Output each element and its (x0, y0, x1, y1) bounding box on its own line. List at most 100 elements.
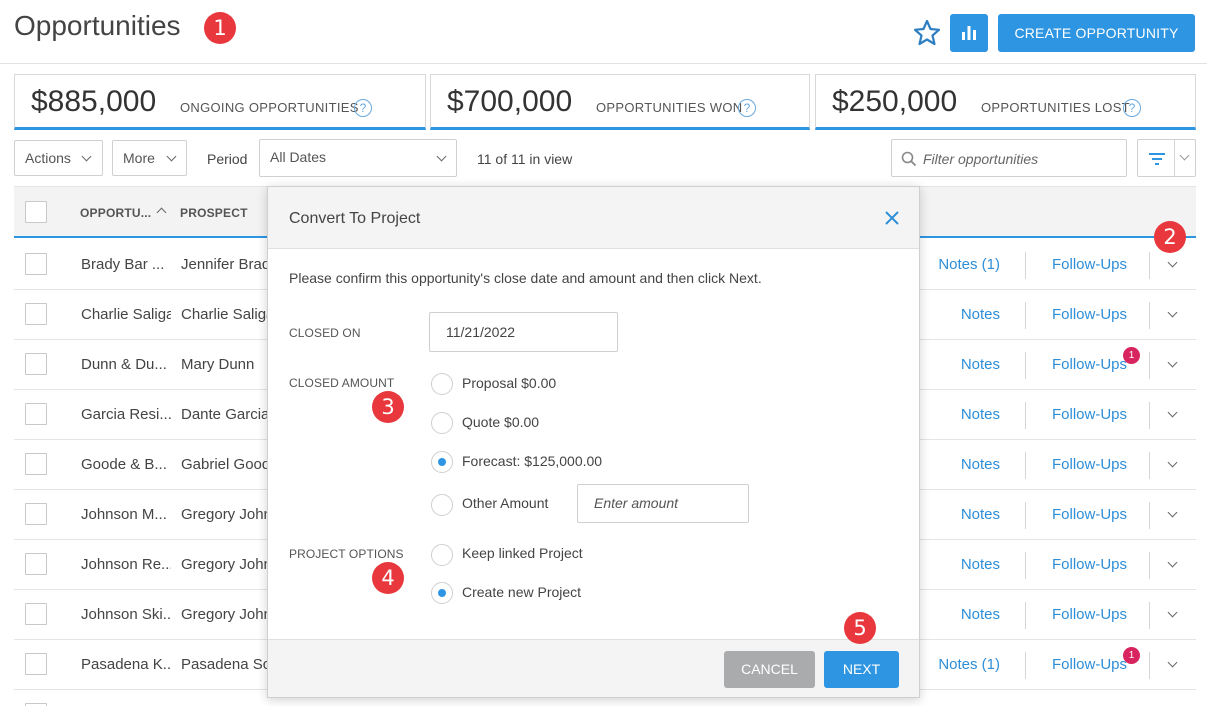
row-expand-chevron-icon[interactable] (1167, 457, 1178, 468)
follow-ups-link[interactable]: Follow-Ups (1052, 256, 1127, 273)
prospect-cell[interactable]: Mary Dunn (181, 356, 267, 373)
radio-quote[interactable] (431, 412, 453, 434)
notes-link[interactable]: Notes (914, 606, 1000, 623)
opportunity-cell[interactable]: Johnson Re... (81, 556, 171, 573)
notes-link[interactable]: Notes (1) (914, 656, 1000, 673)
opportunity-cell[interactable]: Goode & B... (81, 456, 171, 473)
divider (1025, 652, 1026, 679)
row-checkbox[interactable] (25, 253, 47, 275)
divider (1149, 602, 1150, 629)
opportunity-cell[interactable]: Brady Bar ... (81, 256, 171, 273)
in-view-count: 11 of 11 in view (477, 151, 573, 167)
notes-link[interactable]: Notes (914, 306, 1000, 323)
filter-options-button[interactable] (1137, 139, 1196, 177)
radio-other-amount-label[interactable]: Other Amount (462, 495, 548, 511)
step-marker-1: 1 (204, 12, 236, 44)
close-icon[interactable] (883, 209, 901, 227)
follow-ups-link[interactable]: Follow-Ups (1052, 606, 1127, 623)
row-checkbox[interactable] (25, 453, 47, 475)
stat-amount: $700,000 (447, 85, 573, 118)
notes-link[interactable]: Notes (914, 356, 1000, 373)
notes-link[interactable]: Notes (914, 456, 1000, 473)
follow-ups-link[interactable]: Follow-Ups (1052, 356, 1127, 373)
sort-ascending-icon[interactable] (156, 207, 167, 218)
row-checkbox[interactable] (25, 653, 47, 675)
radio-proposal[interactable] (431, 373, 453, 395)
filter-search-input[interactable]: Filter opportunities (891, 139, 1127, 177)
other-amount-input[interactable]: Enter amount (577, 484, 749, 523)
stat-card-ongoing[interactable]: $885,000 ONGOING OPPORTUNITIES ? (14, 74, 426, 130)
stat-card-lost[interactable]: $250,000 OPPORTUNITIES LOST ? (815, 74, 1196, 130)
row-expand-chevron-icon[interactable] (1167, 407, 1178, 418)
radio-quote-label[interactable]: Quote $0.00 (462, 414, 539, 430)
help-icon[interactable]: ? (1123, 99, 1141, 117)
prospect-cell[interactable]: Gregory Johnson (181, 606, 267, 623)
filter-placeholder: Filter opportunities (923, 151, 1039, 167)
period-select[interactable]: All Dates (259, 139, 457, 177)
column-header-opportunity[interactable]: OPPORTU... (80, 206, 151, 220)
help-icon[interactable]: ? (738, 99, 756, 117)
closed-amount-label: CLOSED AMOUNT (289, 376, 395, 390)
actions-dropdown[interactable]: Actions (14, 140, 103, 176)
row-expand-chevron-icon[interactable] (1167, 507, 1178, 518)
notes-link[interactable]: Notes (1) (914, 256, 1000, 273)
row-checkbox[interactable] (25, 403, 47, 425)
radio-other-amount[interactable] (431, 494, 453, 516)
select-all-checkbox[interactable] (25, 201, 47, 223)
notes-link[interactable]: Notes (914, 556, 1000, 573)
column-header-prospect[interactable]: PROSPECT (180, 206, 248, 220)
prospect-cell[interactable]: Jennifer Brady (181, 256, 267, 273)
row-expand-chevron-icon[interactable] (1167, 657, 1178, 668)
follow-ups-link[interactable]: Follow-Ups (1052, 406, 1127, 423)
radio-keep-linked-project-label[interactable]: Keep linked Project (462, 545, 583, 561)
stat-card-won[interactable]: $700,000 OPPORTUNITIES WON ? (430, 74, 810, 130)
radio-create-new-project[interactable] (431, 582, 453, 604)
divider (1025, 402, 1026, 429)
prospect-cell[interactable]: Gabriel Goode (181, 456, 267, 473)
radio-forecast[interactable] (431, 451, 453, 473)
reports-chart-button[interactable] (950, 14, 988, 52)
follow-ups-link[interactable]: Follow-Ups (1052, 656, 1127, 673)
next-button[interactable]: NEXT (824, 651, 899, 688)
notes-link[interactable]: Notes (914, 506, 1000, 523)
closed-on-date-field[interactable]: 11/21/2022 (429, 312, 618, 352)
prospect-cell[interactable]: Charlie Saliga (181, 306, 267, 323)
radio-keep-linked-project[interactable] (431, 544, 453, 566)
follow-ups-link[interactable]: Follow-Ups (1052, 456, 1127, 473)
prospect-cell[interactable]: Dante Garcia (181, 406, 267, 423)
cancel-button[interactable]: CANCEL (724, 651, 815, 688)
prospect-cell[interactable]: Pasadena School (181, 656, 267, 673)
radio-forecast-label[interactable]: Forecast: $125,000.00 (462, 453, 602, 469)
row-checkbox[interactable] (25, 503, 47, 525)
row-expand-chevron-icon[interactable] (1167, 607, 1178, 618)
help-icon[interactable]: ? (354, 99, 372, 117)
create-opportunity-button[interactable]: CREATE OPPORTUNITY (998, 14, 1195, 52)
opportunity-cell[interactable]: Charlie Saliga (81, 306, 171, 323)
divider (1149, 552, 1150, 579)
prospect-cell[interactable]: Gregory Johnson (181, 506, 267, 523)
opportunity-cell[interactable]: Johnson Ski... (81, 606, 171, 623)
opportunity-cell[interactable]: Pasadena K... (81, 656, 171, 673)
notes-link[interactable]: Notes (914, 406, 1000, 423)
favorite-star-icon[interactable] (912, 18, 942, 48)
chevron-down-icon (436, 151, 447, 162)
radio-create-new-project-label[interactable]: Create new Project (462, 584, 581, 600)
row-expand-chevron-icon[interactable] (1167, 257, 1178, 268)
opportunity-cell[interactable]: Dunn & Du... (81, 356, 171, 373)
prospect-cell[interactable]: Gregory Johnson (181, 556, 267, 573)
more-dropdown[interactable]: More (112, 140, 187, 176)
follow-ups-link[interactable]: Follow-Ups (1052, 556, 1127, 573)
row-checkbox[interactable] (25, 603, 47, 625)
follow-ups-link[interactable]: Follow-Ups (1052, 306, 1127, 323)
radio-proposal-label[interactable]: Proposal $0.00 (462, 375, 556, 391)
divider (1025, 502, 1026, 529)
row-checkbox[interactable] (25, 303, 47, 325)
row-expand-chevron-icon[interactable] (1167, 357, 1178, 368)
opportunity-cell[interactable]: Garcia Resi... (81, 406, 171, 423)
row-expand-chevron-icon[interactable] (1167, 557, 1178, 568)
opportunity-cell[interactable]: Johnson M... (81, 506, 171, 523)
row-checkbox[interactable] (25, 353, 47, 375)
row-expand-chevron-icon[interactable] (1167, 307, 1178, 318)
follow-ups-link[interactable]: Follow-Ups (1052, 506, 1127, 523)
row-checkbox[interactable] (25, 553, 47, 575)
